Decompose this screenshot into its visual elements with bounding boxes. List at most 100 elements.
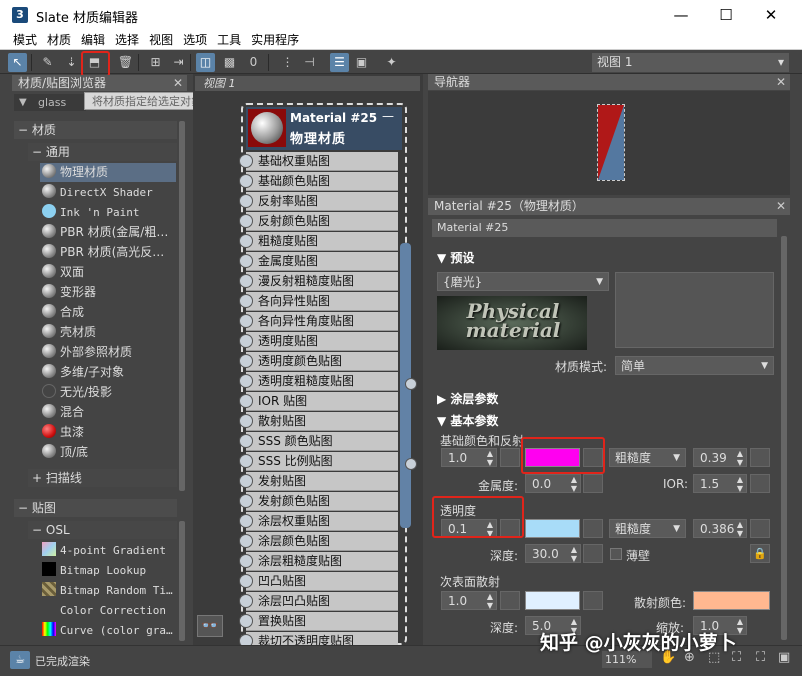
thin-wall-checkbox[interactable] [610, 548, 622, 560]
input-socket[interactable] [239, 194, 253, 208]
layout-children-icon[interactable]: ⊣ [300, 53, 319, 72]
minimize-button[interactable]: — [666, 3, 696, 27]
subgroup-osl[interactable]: − OSL [28, 521, 177, 539]
node-slot[interactable]: 置换贴图 [246, 612, 398, 631]
input-socket[interactable] [239, 354, 253, 368]
list-item[interactable]: Ink 'n Paint [40, 203, 176, 222]
node-slot[interactable]: 粗糙度贴图 [246, 232, 398, 251]
node-slot[interactable]: 反射颜色贴图 [246, 212, 398, 231]
node-slot[interactable]: SSS 颜色贴图 [246, 432, 398, 451]
node-slot[interactable]: 涂层凹凸贴图 [246, 592, 398, 611]
list-item[interactable]: Curve (color gra… [40, 621, 176, 640]
list-item[interactable]: Bitmap Lookup [40, 561, 176, 580]
navigator-thumbnail[interactable] [597, 104, 625, 181]
input-socket[interactable] [239, 214, 253, 228]
tab-view-1[interactable]: 视图 1 [195, 76, 420, 91]
view-selector[interactable]: 视图 1 ▾ [592, 53, 789, 72]
menu-select[interactable]: 选择 [110, 30, 144, 50]
input-socket[interactable] [239, 554, 253, 568]
render-icon[interactable]: ☕ [10, 651, 30, 669]
mode-dropdown[interactable]: 简单 ▼ [615, 356, 774, 375]
put-to-scene-icon[interactable]: ⇣ [62, 53, 81, 72]
node-slot[interactable]: 涂层粗糙度贴图 [246, 552, 398, 571]
show-map-icon[interactable]: ◫ [196, 53, 215, 72]
output-socket[interactable] [405, 378, 417, 390]
sss-color-swatch[interactable] [525, 591, 580, 610]
roughness-spinner[interactable]: 0.39 ▲ ▼ [693, 448, 747, 467]
node-slot[interactable]: 发射颜色贴图 [246, 492, 398, 511]
list-item[interactable]: 双面 [40, 263, 176, 282]
trans-roughness-spinner[interactable]: 0.386 ▲ ▼ [693, 519, 747, 538]
node-slot[interactable]: 各向异性角度贴图 [246, 312, 398, 331]
material-name-field[interactable]: Material #25 [432, 219, 777, 237]
sss-color-map-button[interactable] [583, 591, 603, 610]
roughness-map-button[interactable] [750, 448, 770, 467]
node-slot[interactable]: IOR 贴图 [246, 392, 398, 411]
node-slot[interactable]: 发射贴图 [246, 472, 398, 491]
minimize-node-icon[interactable]: — [382, 109, 394, 123]
layout-all-icon[interactable]: ⋮ [278, 53, 297, 72]
menu-material[interactable]: 材质 [42, 30, 76, 50]
output-socket[interactable] [405, 458, 417, 470]
base-weight-map-button[interactable] [500, 448, 520, 467]
input-socket[interactable] [239, 254, 253, 268]
input-socket[interactable] [239, 234, 253, 248]
roughness-dropdown[interactable]: 粗糙度 ▼ [609, 448, 686, 467]
list-item[interactable]: 顶/底 [40, 443, 176, 462]
sss-weight-spinner[interactable]: 1.0 ▲ ▼ [441, 591, 497, 610]
delete-icon[interactable]: 🗑 [116, 53, 135, 72]
node-slot[interactable]: 反射率贴图 [246, 192, 398, 211]
node-slot[interactable]: 基础权重贴图 [246, 152, 398, 171]
close-icon[interactable]: ✕ [776, 198, 786, 214]
input-socket[interactable] [239, 614, 253, 628]
list-item[interactable]: Color Correction [40, 601, 176, 620]
depth-map-button[interactable] [583, 544, 603, 563]
menu-options[interactable]: 选项 [178, 30, 212, 50]
fit-icon[interactable]: ▣ [778, 650, 790, 665]
material-id-icon[interactable]: 0 [244, 53, 263, 72]
preset-dropdown[interactable]: {磨光} ▼ [437, 272, 609, 291]
node-slot[interactable]: 漫反射粗糙度贴图 [246, 272, 398, 291]
lock-icon[interactable]: 🔒 [750, 544, 770, 563]
input-socket[interactable] [239, 314, 253, 328]
show-background-icon[interactable]: ▩ [220, 53, 239, 72]
node-slot[interactable]: SSS 比例贴图 [246, 452, 398, 471]
material-node-header[interactable]: Material #25 物理材质 — [246, 107, 402, 150]
list-item[interactable]: 4-point Gradient [40, 541, 176, 560]
metalness-spinner[interactable]: 0.0 ▲ ▼ [525, 474, 581, 493]
input-socket[interactable] [239, 154, 253, 168]
menu-view[interactable]: 视图 [144, 30, 178, 50]
ior-map-button[interactable] [750, 474, 770, 493]
props-scrollbar[interactable] [781, 236, 787, 640]
close-icon[interactable]: ✕ [173, 75, 183, 91]
subgroup-general[interactable]: − 通用 [28, 143, 177, 161]
menu-mode[interactable]: 模式 [0, 30, 42, 50]
parameter-editor-icon[interactable]: ▣ [352, 53, 371, 72]
trans-roughness-dropdown[interactable]: 粗糙度 ▼ [609, 519, 686, 538]
node-slot[interactable]: 涂层颜色贴图 [246, 532, 398, 551]
input-socket[interactable] [239, 454, 253, 468]
input-socket[interactable] [239, 434, 253, 448]
list-item[interactable]: 合成 [40, 303, 176, 322]
node-slot[interactable]: 金属度贴图 [246, 252, 398, 271]
list-item[interactable]: 无光/投影 [40, 383, 176, 402]
node-slot[interactable]: 基础颜色贴图 [246, 172, 398, 191]
maximize-button[interactable]: ☐ [711, 3, 741, 27]
list-item[interactable]: Bitmap Random Ti… [40, 581, 176, 600]
select-tool-icon[interactable]: ↖ [8, 53, 27, 72]
list-item[interactable]: 混合 [40, 403, 176, 422]
input-socket[interactable] [239, 274, 253, 288]
input-socket[interactable] [239, 594, 253, 608]
ior-spinner[interactable]: 1.5 ▲ ▼ [693, 474, 747, 493]
node-slot[interactable]: 透明度贴图 [246, 332, 398, 351]
input-socket[interactable] [239, 474, 253, 488]
close-icon[interactable]: ✕ [776, 74, 786, 90]
transparency-color-map-button[interactable] [583, 519, 603, 538]
base-weight-spinner[interactable]: 1.0 ▲ ▼ [441, 448, 497, 467]
list-item[interactable]: PBR 材质(金属/粗… [40, 223, 176, 242]
input-socket[interactable] [239, 494, 253, 508]
transparency-color-swatch[interactable] [525, 519, 580, 538]
close-button[interactable]: ✕ [756, 3, 786, 27]
menu-edit[interactable]: 编辑 [76, 30, 110, 50]
list-item[interactable]: 变形器 [40, 283, 176, 302]
